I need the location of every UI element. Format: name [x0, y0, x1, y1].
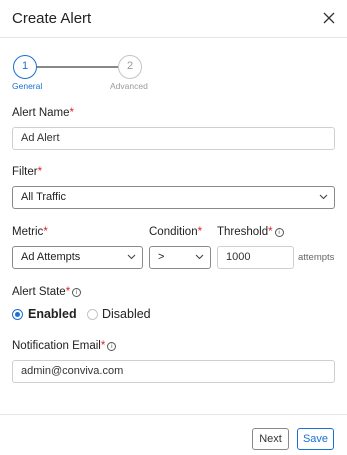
alert-state-label-text: Alert State: [12, 286, 66, 298]
notification-email-input[interactable]: admin@conviva.com: [12, 360, 335, 383]
required-marker: *: [197, 226, 203, 238]
info-icon[interactable]: i: [107, 342, 117, 351]
radio-enabled-label[interactable]: Enabled: [28, 307, 77, 321]
radio-disabled[interactable]: [87, 309, 98, 320]
notification-email-label: Notification Email* i: [12, 340, 117, 352]
filter-select[interactable]: All Traffic: [12, 186, 335, 209]
condition-label-text: Condition: [149, 226, 198, 238]
metric-select[interactable]: Ad Attempts: [12, 246, 143, 269]
metric-select-value: Ad Attempts: [21, 251, 81, 263]
required-marker: *: [37, 166, 43, 178]
info-icon[interactable]: i: [274, 228, 284, 237]
chevron-down-icon: [127, 254, 136, 260]
footer-divider: [0, 414, 347, 415]
chevron-down-icon: [195, 254, 204, 260]
step-connector: [37, 66, 118, 68]
step-2-label: Advanced: [110, 81, 148, 91]
notification-email-label-text: Notification Email: [12, 340, 101, 352]
next-button[interactable]: Next: [252, 428, 289, 450]
threshold-unit: attempts: [298, 252, 335, 263]
stepper: 1 2 General Advanced: [12, 55, 162, 95]
filter-label-text: Filter: [12, 166, 38, 178]
info-icon[interactable]: i: [72, 288, 82, 297]
condition-select[interactable]: >: [149, 246, 211, 269]
condition-label: Condition*: [149, 226, 202, 238]
threshold-label: Threshold* i: [217, 226, 284, 238]
alert-name-input[interactable]: Ad Alert: [12, 127, 335, 150]
required-marker: *: [268, 226, 273, 238]
dialog-header: Create Alert: [0, 0, 347, 38]
threshold-input[interactable]: 1000: [217, 246, 294, 269]
metric-label-text: Metric: [12, 226, 44, 238]
step-2-circle[interactable]: 2: [118, 55, 142, 79]
alert-state-label: Alert State* i: [12, 286, 82, 298]
metric-label: Metric*: [12, 226, 48, 238]
radio-enabled[interactable]: [12, 309, 23, 320]
radio-disabled-label[interactable]: Disabled: [102, 307, 151, 321]
condition-select-value: >: [158, 251, 165, 263]
chevron-down-icon: [319, 194, 328, 200]
step-1-label: General: [12, 81, 43, 91]
required-marker: *: [65, 286, 71, 298]
required-marker: *: [43, 226, 48, 238]
filter-select-value: All Traffic: [21, 191, 67, 203]
close-icon[interactable]: [320, 9, 338, 27]
filter-label: Filter*: [12, 166, 42, 178]
threshold-label-text: Threshold: [217, 226, 269, 238]
alert-name-label: Alert Name*: [12, 107, 74, 119]
required-marker: *: [69, 107, 75, 119]
dialog-title: Create Alert: [12, 10, 92, 27]
required-marker: *: [100, 340, 106, 352]
save-button[interactable]: Save: [297, 428, 334, 450]
alert-name-label-text: Alert Name: [12, 107, 70, 119]
step-1-circle[interactable]: 1: [13, 55, 37, 79]
